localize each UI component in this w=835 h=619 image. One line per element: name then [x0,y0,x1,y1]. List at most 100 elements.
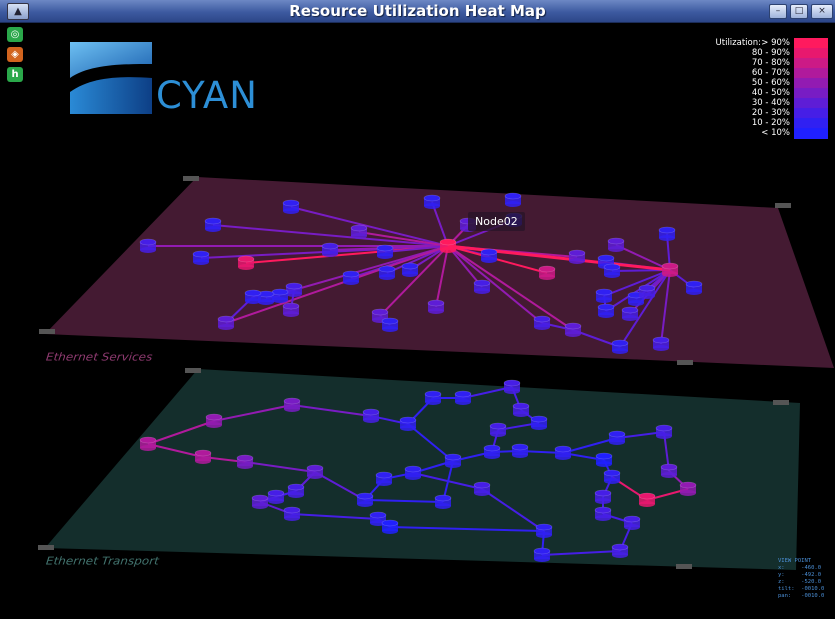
node-service-base[interactable] [322,251,338,257]
node-transport[interactable] [511,443,529,451]
node-service-base[interactable] [481,257,497,263]
node-service[interactable] [139,238,157,246]
node-service[interactable] [371,308,389,316]
node-transport-base[interactable] [534,556,550,562]
node-transport-base[interactable] [252,503,268,509]
node-transport[interactable] [139,436,157,444]
node-service[interactable] [192,250,210,258]
node-transport[interactable] [404,465,422,473]
node-transport-base[interactable] [595,498,611,504]
node-transport-base[interactable] [195,458,211,464]
node-transport[interactable] [287,483,305,491]
node-service[interactable] [321,242,339,250]
node-transport[interactable] [660,463,678,471]
node-service[interactable] [480,248,498,256]
node-transport-base[interactable] [490,431,506,437]
node-transport[interactable] [473,481,491,489]
node-service-base[interactable] [343,279,359,285]
node-transport[interactable] [655,424,673,432]
node-transport-base[interactable] [288,492,304,498]
node-transport[interactable] [594,489,612,497]
node-transport[interactable] [530,415,548,423]
node-transport-base[interactable] [284,406,300,412]
node-transport[interactable] [608,430,626,438]
node-transport-base[interactable] [425,399,441,405]
node-service-base[interactable] [379,274,395,280]
node-transport-base[interactable] [363,417,379,423]
node-transport[interactable] [356,492,374,500]
layers-icon[interactable]: ◈ [7,47,23,62]
node-service[interactable] [376,244,394,252]
node-transport-base[interactable] [445,462,461,468]
node-transport-base[interactable] [357,501,373,507]
node-transport-base[interactable] [484,453,500,459]
node-service-base[interactable] [659,235,675,241]
node-service-base[interactable] [272,297,288,303]
node-service[interactable] [597,303,615,311]
node-transport-base[interactable] [531,424,547,430]
node-service-base[interactable] [622,315,638,321]
node-transport-base[interactable] [140,445,156,451]
node-transport[interactable] [375,471,393,479]
node-service-base[interactable] [565,331,581,337]
close-icon[interactable]: × [811,4,833,19]
node-service-base[interactable] [569,258,585,264]
node-service[interactable] [381,317,399,325]
node-transport-base[interactable] [237,463,253,469]
node-transport-base[interactable] [595,515,611,521]
node-service[interactable] [244,289,262,297]
node-transport-base[interactable] [661,472,677,478]
node-service-base[interactable] [382,326,398,332]
node-service-base[interactable] [377,253,393,259]
node-hub-secondary-base[interactable] [662,271,678,277]
node-service[interactable] [401,262,419,270]
node-service-base[interactable] [505,201,521,207]
node-service[interactable] [638,284,656,292]
node-service[interactable] [217,315,235,323]
node-transport-base[interactable] [376,480,392,486]
node-transport[interactable] [267,489,285,497]
node-service-base[interactable] [140,247,156,253]
node-transport[interactable] [535,523,553,531]
node-transport[interactable] [362,408,380,416]
node-service[interactable] [564,322,582,330]
node-transport-base[interactable] [284,515,300,521]
node-service-base[interactable] [245,298,261,304]
node-transport[interactable] [444,453,462,461]
node-service-base[interactable] [598,312,614,318]
node-service[interactable] [504,192,522,200]
node-transport-base[interactable] [455,399,471,405]
node-service-base[interactable] [608,246,624,252]
node-transport[interactable] [638,492,656,500]
node-transport[interactable] [594,506,612,514]
node-transport-base[interactable] [512,452,528,458]
node-service[interactable] [652,336,670,344]
node-transport-base[interactable] [555,454,571,460]
node-service-base[interactable] [283,311,299,317]
node-service[interactable] [568,249,586,257]
node-service[interactable] [595,288,613,296]
node-transport-base[interactable] [624,524,640,530]
node-service-base[interactable] [596,297,612,303]
node-transport-base[interactable] [307,473,323,479]
node-service[interactable] [533,315,551,323]
node-service[interactable] [473,279,491,287]
node-transport[interactable] [194,449,212,457]
node-transport[interactable] [623,515,641,523]
node-service[interactable] [350,224,368,232]
node-transport[interactable] [205,413,223,421]
node-service[interactable] [611,339,629,347]
node-service-base[interactable] [539,274,555,280]
node-transport[interactable] [369,511,387,519]
node-transport[interactable] [283,397,301,405]
node-service[interactable] [607,237,625,245]
node-transport[interactable] [679,481,697,489]
node-service[interactable] [378,265,396,273]
maximize-icon[interactable]: □ [790,4,808,19]
node-transport[interactable] [399,416,417,424]
node-transport-base[interactable] [656,433,672,439]
node-service[interactable] [658,226,676,234]
node-transport-base[interactable] [604,478,620,484]
node-transport-base[interactable] [609,439,625,445]
node-transport-base[interactable] [612,552,628,558]
